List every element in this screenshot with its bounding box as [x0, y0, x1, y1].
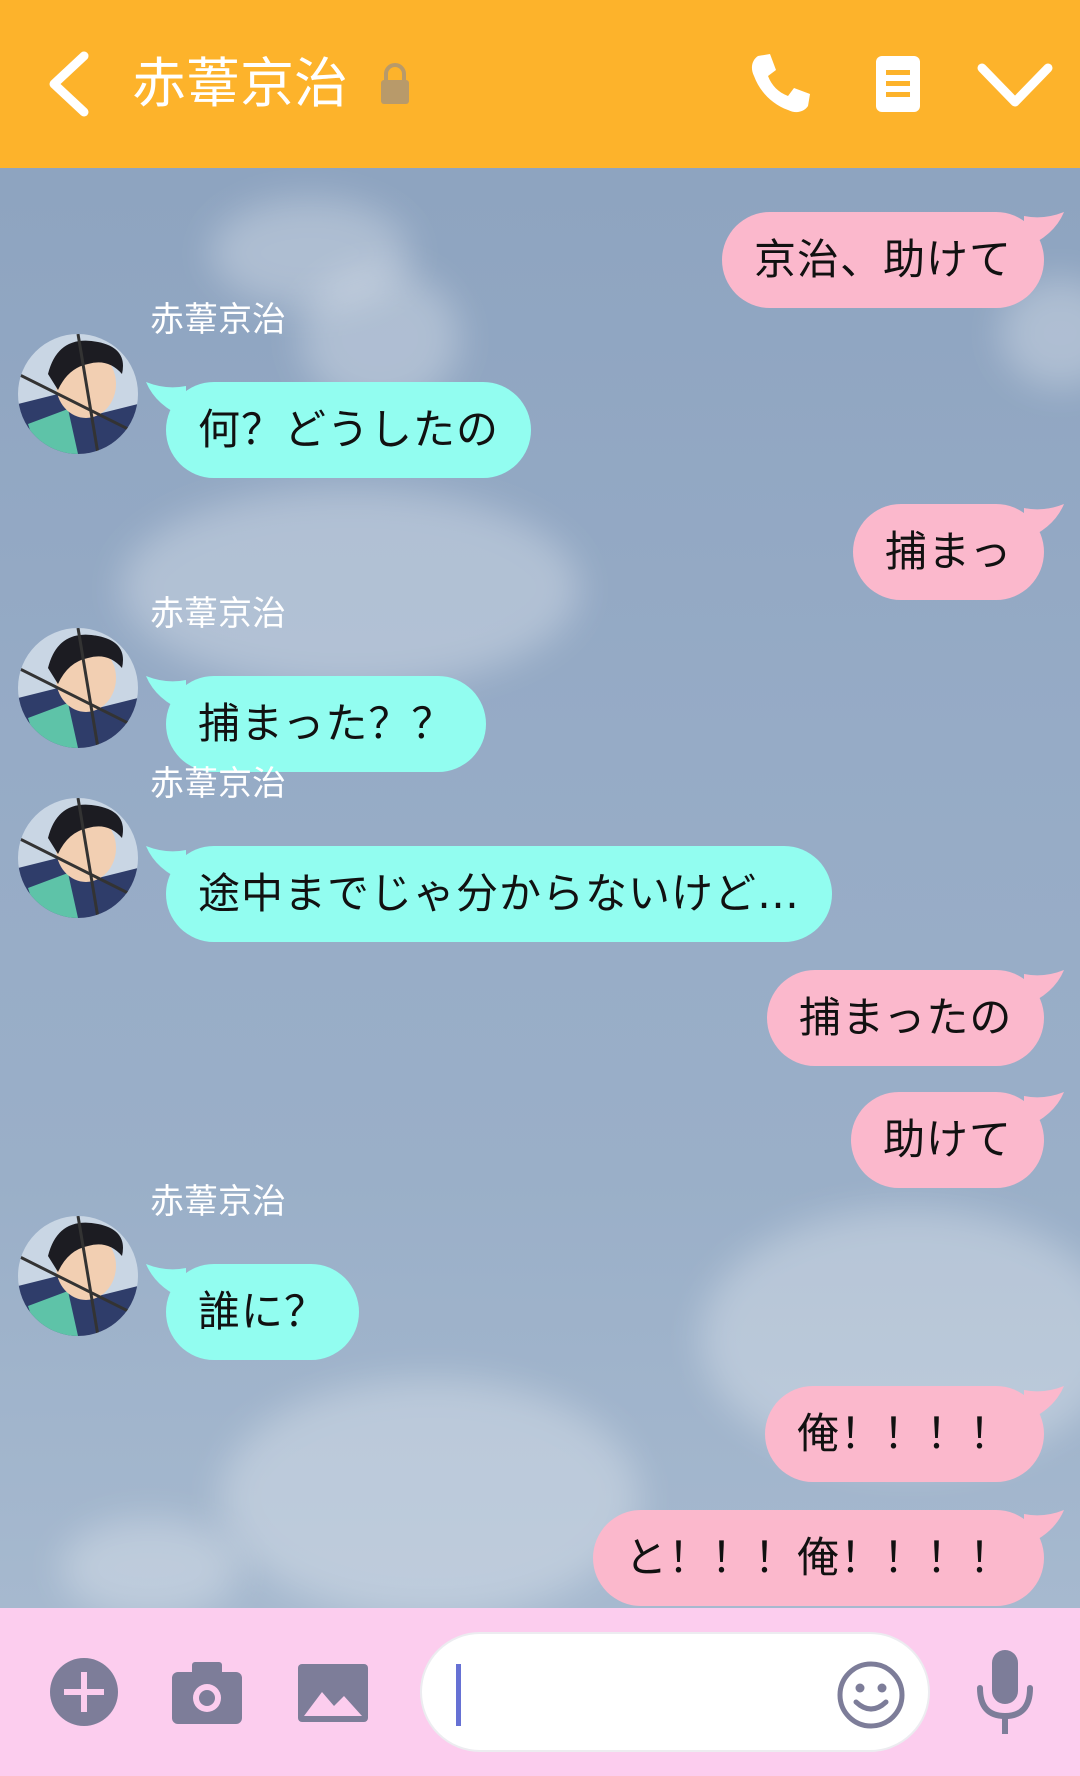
bubble-tail-sent	[1024, 212, 1064, 248]
message-bubble-sent[interactable]: 捕まったの	[767, 970, 1045, 1066]
smiley-icon[interactable]	[836, 1660, 906, 1730]
bubble-tail-sent	[1024, 1092, 1064, 1128]
bubble-tail-sent	[1024, 504, 1064, 540]
chevron-down-icon[interactable]	[976, 48, 1054, 120]
message-bubble-received[interactable]: 何？どうしたの	[166, 382, 532, 478]
sender-name: 赤葦京治	[150, 300, 286, 340]
input-bar	[0, 1608, 1080, 1776]
avatar-image	[18, 334, 138, 454]
message-input[interactable]	[420, 1632, 930, 1752]
avatar[interactable]	[18, 334, 138, 454]
avatar[interactable]	[18, 628, 138, 748]
message-bubble-sent[interactable]: 俺！！！！	[765, 1386, 1045, 1482]
message-bubble-received[interactable]: 誰に？	[166, 1264, 360, 1360]
phone-icon[interactable]	[744, 48, 816, 120]
avatar-image	[18, 798, 138, 918]
avatar[interactable]	[18, 1216, 138, 1336]
avatar-image	[18, 1216, 138, 1336]
message-bubble-received[interactable]: 捕まった？？	[166, 676, 487, 772]
notes-icon[interactable]	[862, 48, 934, 120]
text-caret	[456, 1664, 461, 1726]
message-bubble-sent[interactable]: と！！！俺！！！！	[593, 1510, 1045, 1606]
lock-icon	[381, 63, 409, 104]
image-icon[interactable]	[296, 1662, 370, 1724]
bubble-tail-sent	[1024, 970, 1064, 1006]
back-chevron-icon[interactable]	[42, 50, 98, 118]
sender-name: 赤葦京治	[150, 1182, 286, 1222]
bubble-tail-sent	[1024, 1510, 1064, 1546]
camera-icon[interactable]	[170, 1660, 244, 1726]
chat-title: 赤葦京治	[132, 52, 348, 115]
avatar-image	[18, 628, 138, 748]
chat-area[interactable]: 京治、助けて 赤葦京治 何？どうしたの 捕まっ 赤葦京治 捕まった？？ 赤葦京治…	[0, 168, 1080, 1608]
microphone-icon[interactable]	[972, 1648, 1038, 1738]
message-bubble-sent[interactable]: 京治、助けて	[722, 212, 1045, 308]
message-bubble-sent[interactable]: 捕まっ	[853, 504, 1045, 600]
plus-circle-icon[interactable]	[48, 1656, 120, 1728]
chat-header: 赤葦京治	[0, 0, 1080, 168]
sender-name: 赤葦京治	[150, 764, 286, 804]
avatar[interactable]	[18, 798, 138, 918]
sender-name: 赤葦京治	[150, 594, 286, 634]
bubble-tail-sent	[1024, 1386, 1064, 1422]
message-bubble-sent[interactable]: 助けて	[851, 1092, 1045, 1188]
message-bubble-received[interactable]: 途中までじゃ分からないけど…	[166, 846, 833, 942]
